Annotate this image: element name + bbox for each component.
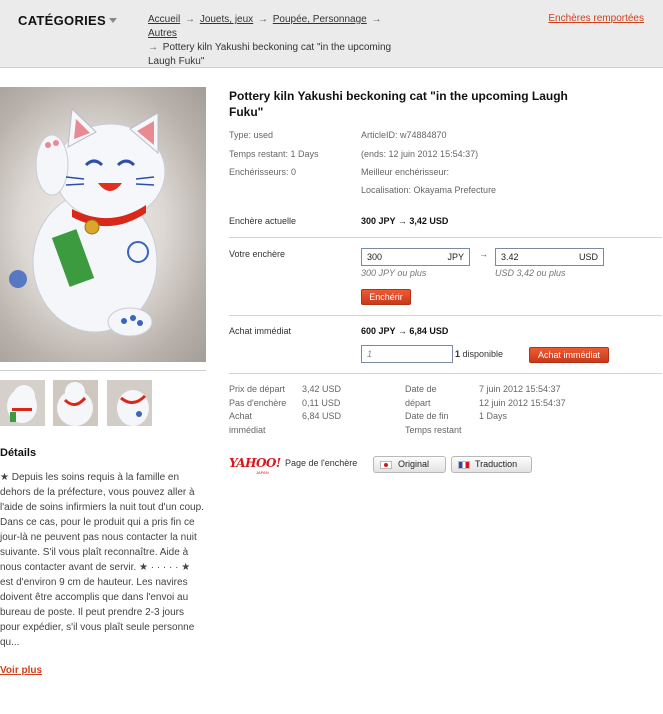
start-date-label-2: départ <box>405 397 431 408</box>
won-auctions-link[interactable]: Enchères remportées <box>548 13 644 24</box>
thumbnail-image <box>7 385 37 423</box>
bid-usd-unit: USD <box>578 252 598 262</box>
increment-label: Pas d'enchère <box>229 397 287 408</box>
buy-now-button[interactable]: Achat immédiat <box>529 347 609 363</box>
yahoo-japan-logo-sub: JAPAN <box>256 470 269 475</box>
bid-jpy-value: 300 <box>367 252 383 262</box>
summary-values-left: 3,42 USD 0,11 USD 6,84 USD <box>302 383 341 424</box>
auction-page-label: Page de l'enchère <box>285 458 358 468</box>
bid-usd-value: 3.42 <box>501 252 519 262</box>
start-date: 7 juin 2012 15:54:37 <box>479 384 561 394</box>
thumbnail-2[interactable] <box>53 380 98 426</box>
article-id: ArticleID: w74884870 <box>361 130 447 140</box>
divider <box>229 315 662 316</box>
start-date-label: Date de <box>405 384 437 394</box>
breadcrumb-arrow: → <box>185 14 196 25</box>
beckoning-cat-image <box>9 107 166 337</box>
bid-jpy-hint: 300 JPY ou plus <box>361 268 427 278</box>
breadcrumb-arrow: → <box>257 14 268 25</box>
divider <box>229 237 662 238</box>
breadcrumb-other[interactable]: Autres <box>148 28 177 39</box>
item-type: Type: used <box>229 130 274 140</box>
bid-usd-hint: USD 3,42 ou plus <box>495 268 566 278</box>
breadcrumb-home[interactable]: Accueil <box>148 14 180 25</box>
available-count: 1 <box>455 349 461 359</box>
buyout-label-2: immédiat <box>229 424 266 435</box>
bid-jpy-unit: JPY <box>447 252 464 262</box>
buy-now-label: Achat immédiat <box>229 326 292 336</box>
end-date-label: Date de fin <box>405 411 449 421</box>
best-bidder: Meilleur enchérisseur: <box>361 167 450 177</box>
see-more-link[interactable]: Voir plus <box>0 665 42 676</box>
original-button-label: Original <box>398 459 430 469</box>
bid-usd-input[interactable]: 3.42 USD <box>495 248 604 266</box>
summary-labels-left: Prix de départ Pas d'enchère Achat imméd… <box>229 383 286 437</box>
place-bid-button[interactable]: Enchérir <box>361 289 411 305</box>
france-flag-icon <box>458 461 470 469</box>
thumbnail-1[interactable] <box>0 380 45 426</box>
available-quantity: 1 disponible <box>455 349 503 359</box>
summary-values-right: 7 juin 2012 15:54:37 12 juin 2012 15:54:… <box>479 383 566 424</box>
summary-time-left: 1 Days <box>479 411 508 421</box>
increment: 0,11 USD <box>302 397 341 408</box>
divider <box>0 370 206 371</box>
buy-now-price: 600 JPY → 6,84 USD <box>361 326 449 336</box>
breadcrumb-arrow: → <box>148 42 158 53</box>
start-price-label: Prix de départ <box>229 384 286 394</box>
divider <box>229 373 662 374</box>
start-price: 3,42 USD <box>302 384 342 394</box>
categories-menu[interactable]: CATÉGORIES <box>18 13 106 28</box>
item-title: Pottery kiln Yakushi beckoning cat "in t… <box>229 89 568 119</box>
product-photo[interactable] <box>0 87 206 362</box>
quantity-value: 1 <box>367 349 373 359</box>
japan-flag-icon <box>380 461 392 469</box>
quantity-input[interactable]: 1 <box>361 345 453 363</box>
yahoo-japan-logo: YAHOO! <box>229 456 281 470</box>
breadcrumb-dolls[interactable]: Poupée, Personnage <box>273 14 367 25</box>
end-date: 12 juin 2012 15:54:37 <box>479 397 566 408</box>
buyout-label: Achat <box>229 411 253 421</box>
top-bar: CATÉGORIES Accueil → Jouets, jeux → Poup… <box>0 0 663 68</box>
translation-button-label: Traduction <box>475 459 518 469</box>
time-left: Temps restant: 1 Days <box>229 149 319 159</box>
breadcrumb: Accueil → Jouets, jeux → Poupée, Personn… <box>148 13 408 69</box>
breadcrumb-arrow: → <box>371 14 382 25</box>
breadcrumb-toys[interactable]: Jouets, jeux <box>200 14 253 25</box>
caret-down-icon[interactable] <box>109 18 117 23</box>
bid-jpy-input[interactable]: 300 JPY <box>361 248 470 266</box>
breadcrumb-current: Pottery kiln Yakushi beckoning cat "in t… <box>148 42 392 67</box>
your-bid-label: Votre enchère <box>229 249 286 259</box>
details-text: ★ Depuis les soins requis à la famille e… <box>0 472 204 648</box>
buyout-price: 6,84 USD <box>302 411 342 421</box>
original-button[interactable]: Original <box>373 456 446 473</box>
current-bid-value: 300 JPY → 3,42 USD <box>361 216 449 226</box>
thumbnail-image <box>107 380 152 426</box>
thumbnail-3[interactable] <box>107 380 152 426</box>
time-left-label: Temps restant <box>405 424 462 435</box>
conversion-arrow: → <box>479 249 488 259</box>
summary-labels-right: Date de départ Date de fin Temps restant <box>405 383 462 437</box>
end-time: (ends: 12 juin 2012 15:54:37) <box>361 149 479 159</box>
thumbnail-image <box>53 380 98 426</box>
available-label: disponible <box>462 349 504 359</box>
details-heading: Détails <box>0 447 37 459</box>
bidder-count: Enchérisseurs: 0 <box>229 167 297 177</box>
location: Localisation: Okayama Prefecture <box>361 185 497 195</box>
current-bid-label: Enchère actuelle <box>229 216 297 226</box>
translation-button[interactable]: Traduction <box>451 456 532 473</box>
